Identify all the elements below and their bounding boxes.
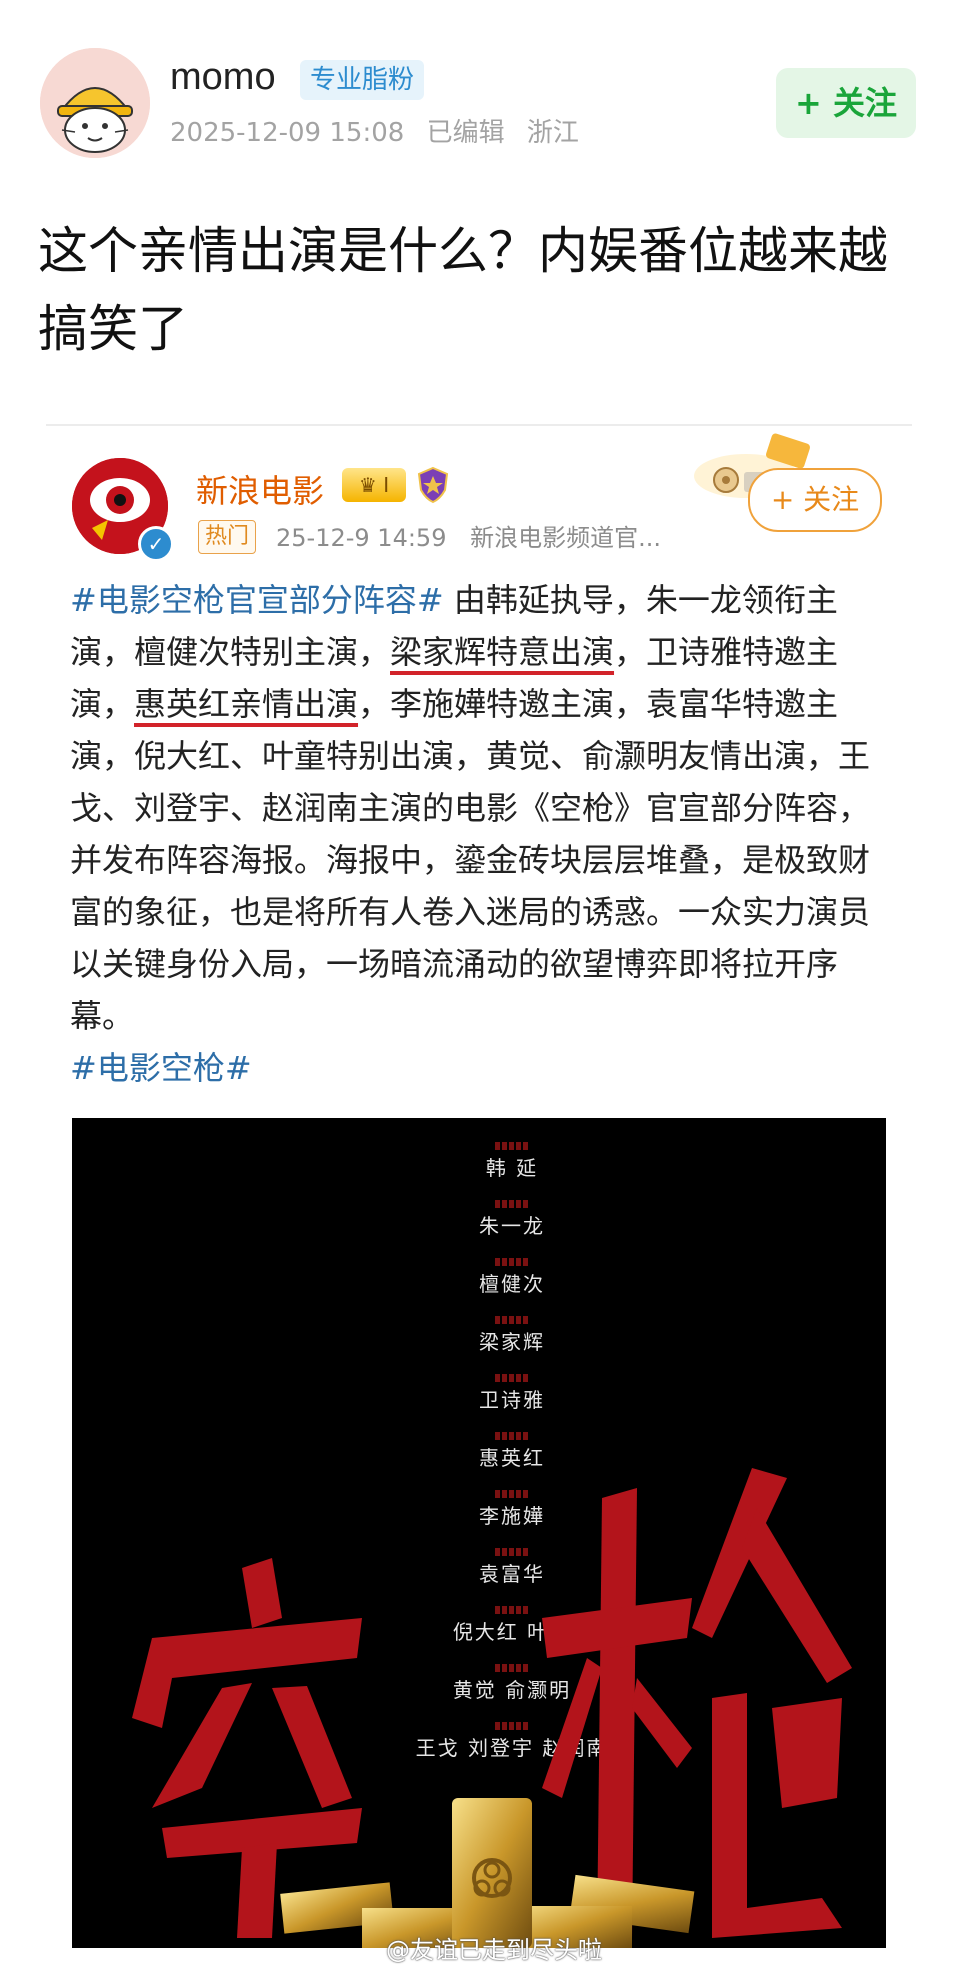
quoted-meta: 25-12-9 14:59 新浪电影频道官...: [276, 518, 677, 553]
cast-name: 韩 延: [485, 1156, 539, 1180]
topic-link[interactable]: #电影空枪#: [70, 1049, 252, 1087]
underlined-text: 梁家辉特意出演: [390, 633, 615, 671]
verified-badge-icon: ✓: [138, 526, 174, 562]
crown-level-badge: ♛ I: [342, 468, 406, 502]
post-header: momo 专业脂粉 2025-12-09 15:08 已编辑 浙江 + 关注: [0, 0, 960, 170]
movie-poster[interactable]: 韩 延 朱一龙 檀健次 梁家辉 卫诗雅 惠英红 李施嬅 袁富华 倪大红 叶童 黄…: [72, 1118, 886, 1948]
cat-avatar-icon: [40, 48, 150, 158]
level-number: I: [383, 473, 390, 497]
quoted-post[interactable]: ✓ 新浪电影 ♛ I 热门 25-12-9 14:59 新浪电影频道官... +…: [46, 424, 912, 1956]
body-text: ，李施嬅特邀主演，袁富华特邀主演，倪大红、叶童特别出演，黄觉、俞灏明友情出演，王…: [70, 685, 871, 1035]
cast-name: 李施嬅: [479, 1504, 545, 1528]
post-title: 这个亲情出演是什么？内娱番位越来越搞笑了: [38, 222, 888, 358]
cast-item: 梁家辉: [332, 1316, 692, 1370]
follow-button[interactable]: + 关注: [776, 68, 916, 138]
post-location: 浙江: [526, 118, 579, 148]
quoted-author-name[interactable]: 新浪电影: [196, 466, 324, 512]
cast-item: 卫诗雅: [332, 1374, 692, 1428]
cast-name: 檀健次: [479, 1272, 545, 1296]
post-timestamp: 2025-12-09 15:08: [170, 118, 405, 148]
hot-tag: 热门: [198, 520, 257, 554]
quoted-follow-button[interactable]: + 关注: [748, 468, 882, 532]
cast-name: 卫诗雅: [479, 1388, 545, 1412]
quoted-source: 新浪电影频道官...: [470, 524, 661, 552]
gold-bars-image: [280, 1798, 695, 1948]
cast-name: 袁富华: [479, 1562, 545, 1586]
cast-item: 檀健次: [332, 1258, 692, 1312]
edited-label: 已编辑: [426, 118, 505, 148]
quoted-body: #电影空枪官宣部分阵容# 由韩延执导，朱一龙领衔主演，檀健次特别主演，梁家辉特意…: [70, 574, 892, 1094]
shield-badge-icon: [416, 466, 450, 504]
cast-name: 朱一龙: [479, 1214, 545, 1238]
cast-name: 惠英红: [479, 1446, 545, 1470]
watermark: @友谊已走到尽头啦: [386, 1936, 602, 1964]
username[interactable]: momo: [170, 56, 276, 99]
quoted-timestamp: 25-12-9 14:59: [276, 524, 447, 552]
underlined-text: 惠英红亲情出演: [134, 685, 359, 723]
cast-item: 韩 延: [332, 1142, 692, 1196]
cast-name: 梁家辉: [479, 1330, 545, 1354]
topic-link[interactable]: #电影空枪官宣部分阵容#: [70, 581, 444, 619]
fan-badge[interactable]: 专业脂粉: [300, 60, 425, 100]
post-meta: 2025-12-09 15:08 已编辑 浙江: [170, 112, 593, 149]
cast-item: 朱一龙: [332, 1200, 692, 1254]
avatar[interactable]: [40, 48, 150, 158]
